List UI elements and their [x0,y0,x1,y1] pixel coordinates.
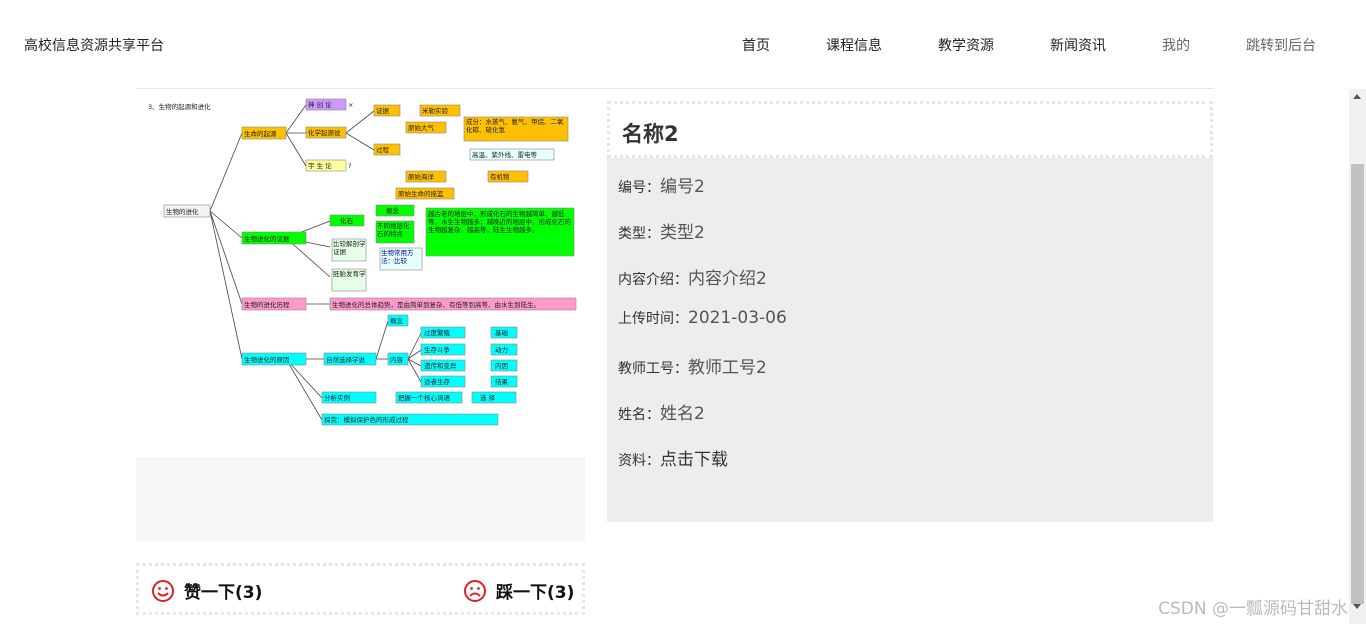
page-scrollbar[interactable] [1349,89,1366,624]
mind-map-node: 胚胎发育学 [333,270,366,278]
mind-map-node: 米勒实验 [422,106,449,115]
mind-map-node: 原始大气 [408,123,435,132]
nav-teaching-resources[interactable]: 教学资源 [938,35,994,55]
mind-map-node: 原始生命的摇篮 [398,189,444,198]
mind-map-node: 化石 [340,216,354,225]
dislike-label: 踩一下(3) [496,583,575,603]
detail-label: 类型： [618,226,660,242]
detail-value: 编号2 [660,177,705,197]
site-brand[interactable]: 高校信息资源共享平台 [24,35,164,55]
mind-map-node: 自然选择学说 [326,355,366,364]
mind-map-node: 内容 [390,355,404,364]
nav-course-info[interactable]: 课程信息 [826,35,882,55]
detail-label: 姓名： [618,407,660,423]
like-label: 赞一下(3) [184,583,263,603]
mind-map-heading: 3、生物的起源和进化 [148,102,211,111]
mind-map-node: 高温、紫外线、雷电等 [472,150,538,159]
mind-map-branch: 生命的起源 [244,129,277,138]
image-caption-area [136,457,585,541]
detail-label: 内容介绍： [618,272,688,288]
detail-label: 资料： [618,453,660,469]
resource-title-box: 名称2 [607,101,1213,158]
mind-map-node: 动力 [495,345,508,354]
watermark: CSDN @一瓢源码甘甜水 [1158,599,1348,619]
mind-map-node: 探究：模拟保护色的形成过程 [324,415,409,424]
resource-image: 3、生物的起源和进化 生物的进化 生命的起源 生物进化的证据 生物的进化历程 生… [136,93,585,457]
mind-map-node: 证据 [376,106,390,115]
mind-map-branch: 生物进化的原因 [244,355,290,364]
mind-map-node: 结果 [495,377,509,386]
nav-admin[interactable]: 跳转到后台 [1246,35,1316,55]
detail-value: 内容介绍2 [688,269,767,289]
mind-map-node: 过程 [376,145,390,154]
mind-map-node: 生物进化的总体趋势，是由简单到复杂、有低等到高等、由水生到陆生。 [332,300,540,309]
svg-text:×: × [348,101,353,109]
detail-upload-time: 上传时间：2021-03-06 [618,308,787,328]
mind-map-node: 过度繁殖 [424,328,451,337]
mind-map-node: 遗传和变异 [424,361,457,370]
mind-map-node: 有机物 [490,172,510,181]
mind-map-node: 生物常用方法：比较 [381,249,414,265]
header-divider [136,88,1214,89]
mind-map-node: 不同地层化石的特点 [377,222,410,238]
nav-mine[interactable]: 我的 [1162,35,1190,55]
detail-label: 编号： [618,180,660,196]
mind-map-node: 内因 [495,361,508,370]
detail-label: 上传时间： [618,311,688,327]
detail-file: 资料：点击下载 [618,445,728,470]
mind-map-node: 分析实例 [324,393,350,402]
mind-map-node: 选 择 [480,393,496,402]
nav-news[interactable]: 新闻资讯 [1050,35,1106,55]
like-button[interactable]: 赞一下(3) [151,578,262,603]
mind-map-node: 概念 [386,206,400,215]
mind-map-branch: 生物进化的证据 [244,234,290,243]
mind-map-node: 基础 [495,328,509,337]
mind-map-image: 3、生物的起源和进化 生物的进化 生命的起源 生物进化的证据 生物的进化历程 生… [148,98,577,426]
mind-map-node: 适者生存 [424,377,451,386]
detail-type: 类型：类型2 [618,218,705,243]
scrollbar-thumb[interactable] [1351,164,1364,604]
detail-name: 姓名：姓名2 [618,399,705,424]
resource-details: 编号：编号2 类型：类型2 内容介绍：内容介绍2 上传时间：2021-03-06… [607,158,1213,522]
detail-teacher-id: 教师工号：教师工号2 [618,353,767,378]
mind-map-node: 比较解剖学证据 [333,240,366,256]
detail-description: 内容介绍：内容介绍2 [618,264,767,289]
mind-map-root: 生物的进化 [166,207,199,216]
dislike-button[interactable]: 踩一下(3) [463,578,574,603]
detail-value: 类型2 [660,223,705,243]
nav-home[interactable]: 首页 [742,35,770,55]
mind-map-node: 把握一个核心词语 [398,393,451,402]
detail-value: 2021-03-06 [688,308,787,328]
download-link[interactable]: 点击下载 [660,450,728,470]
scroll-down-arrow-icon[interactable] [1353,604,1361,609]
mind-map-node: 概念 [390,316,404,325]
mind-map-node: 原始海洋 [408,172,435,181]
detail-value: 姓名2 [660,404,705,424]
scroll-up-arrow-icon[interactable] [1353,94,1361,99]
smile-icon [152,579,174,602]
mind-map-node: 生存斗争 [424,345,451,354]
detail-value: 教师工号2 [688,358,767,378]
vote-bar: 赞一下(3) 踩一下(3) [136,563,585,615]
header: 高校信息资源共享平台 首页 课程信息 教学资源 新闻资讯 我的 跳转到后台 [0,0,1348,90]
detail-number: 编号：编号2 [618,172,705,197]
mind-map-node: 宇 生 论 [308,161,332,170]
mind-map-branch: 生物的进化历程 [244,300,290,309]
main-nav: 首页 课程信息 教学资源 新闻资讯 我的 跳转到后台 [686,35,1316,55]
mind-map-node: 化学起源说 [308,128,341,137]
detail-label: 教师工号： [618,361,688,377]
mind-map-node: 神 创 论 [308,100,332,109]
mind-map-node: 越古老的地层中，形成化石的生物越简单、越低等，水生生物越多；越晚近的地层中，形成… [428,210,571,234]
mind-map-node: 成分：水蒸气、氨气、甲烷、二氧化碳、硫化氢 [466,118,564,134]
resource-title: 名称2 [622,122,679,146]
frown-icon [464,579,486,602]
svg-text:?: ? [348,162,351,170]
